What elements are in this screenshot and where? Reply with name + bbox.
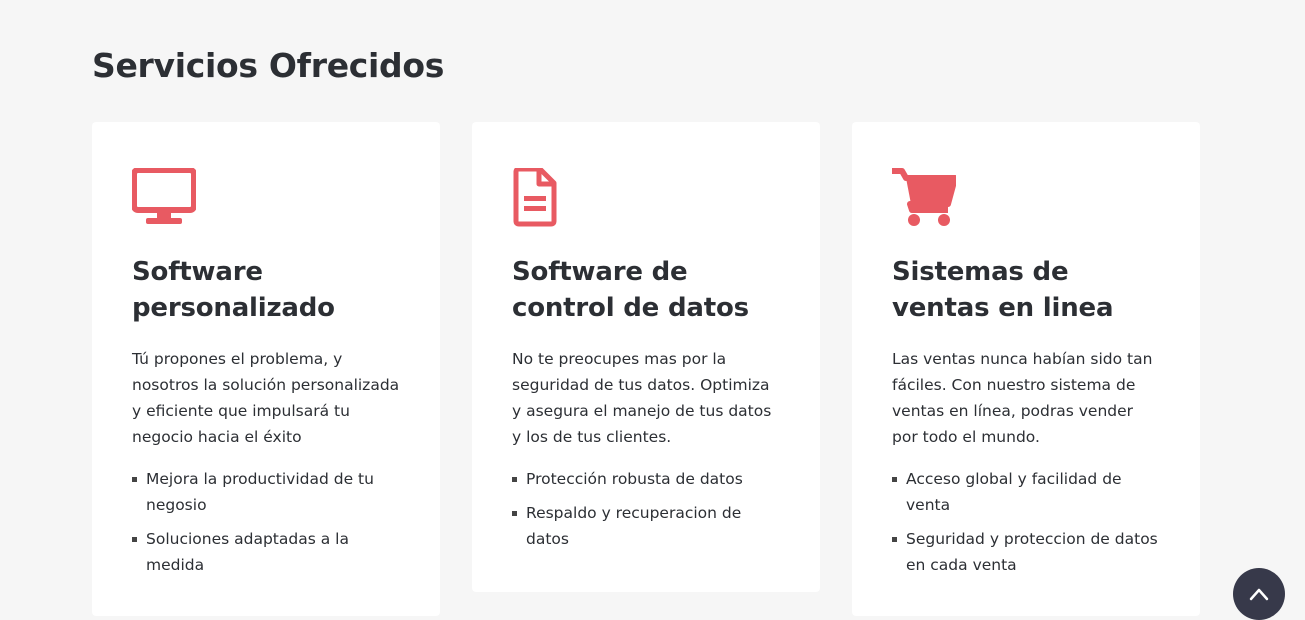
chevron-up-icon xyxy=(1249,588,1269,601)
scroll-to-top-button[interactable] xyxy=(1233,568,1285,620)
feature-item: Protección robusta de datos xyxy=(512,466,780,492)
feature-item: Seguridad y proteccion de datos en cada … xyxy=(892,526,1160,578)
card-description: Tú propones el problema, y nosotros la s… xyxy=(132,350,400,446)
card-description: No te preocupes mas por la seguridad de … xyxy=(512,350,772,446)
service-card-software-personalizado: Software personalizado Tú propones el pr… xyxy=(92,122,440,616)
feature-item: Respaldo y recuperacion de datos xyxy=(512,500,780,552)
feature-item: Acceso global y facilidad de venta xyxy=(892,466,1160,518)
card-description: Las ventas nunca habían sido tan fáciles… xyxy=(892,350,1153,446)
card-title: Software de control de datos xyxy=(512,257,749,323)
document-icon xyxy=(513,168,557,227)
service-card-control-de-datos: Software de control de datos No te preoc… xyxy=(472,122,820,592)
shopping-cart-icon xyxy=(892,168,956,226)
feature-list: Acceso global y facilidad de venta Segur… xyxy=(892,466,1160,578)
card-title: Sistemas de ventas en linea xyxy=(892,257,1114,323)
feature-list: Mejora la productividad de tu negosio So… xyxy=(132,466,400,578)
feature-list: Protección robusta de datos Respaldo y r… xyxy=(512,466,780,552)
section-title: Servicios Ofrecidos xyxy=(92,46,445,85)
monitor-icon xyxy=(132,168,196,224)
card-title: Software personalizado xyxy=(132,257,335,323)
feature-item: Mejora la productividad de tu negosio xyxy=(132,466,400,518)
service-card-ventas-en-linea: Sistemas de ventas en linea Las ventas n… xyxy=(852,122,1200,616)
feature-item: Soluciones adaptadas a la medida xyxy=(132,526,400,578)
